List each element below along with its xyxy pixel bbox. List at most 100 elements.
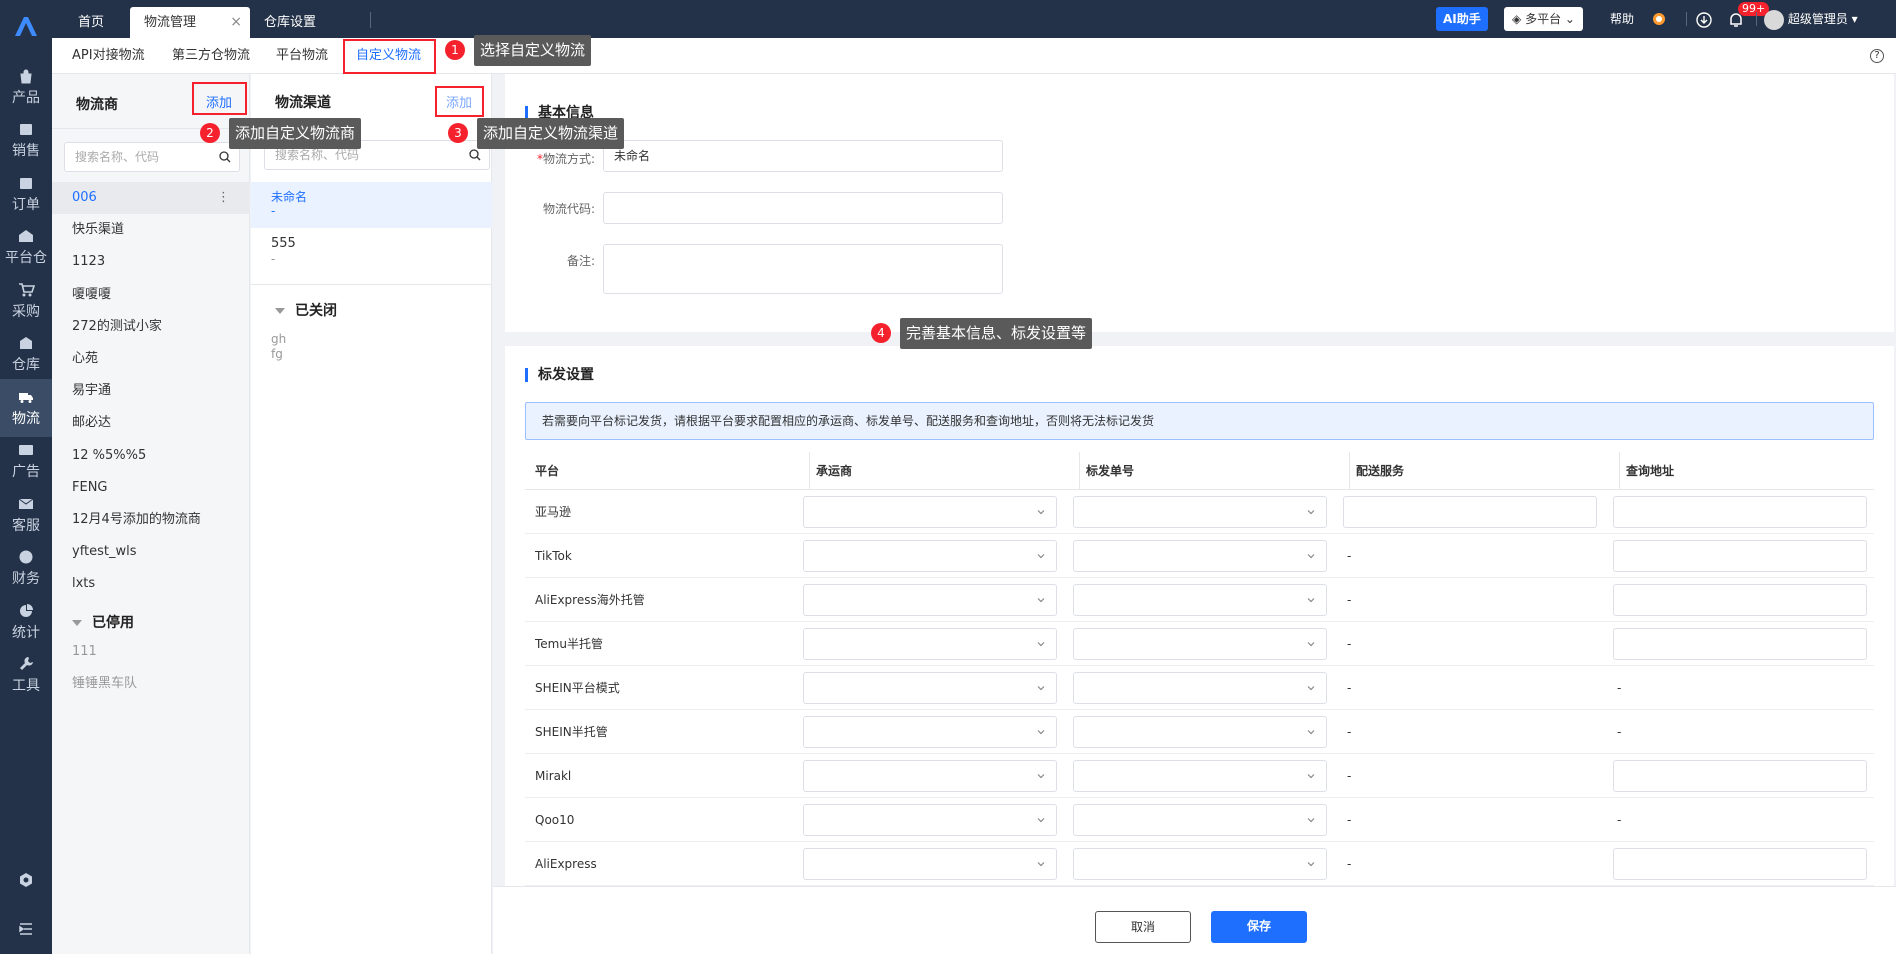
carrier-list-item[interactable]: 心苑: [52, 343, 250, 375]
nav-item-money[interactable]: 财务: [0, 540, 52, 598]
user-menu[interactable]: 超级管理员 ▾: [1764, 7, 1858, 31]
tracking-select[interactable]: [1073, 716, 1327, 748]
carrier-list-item[interactable]: 272的测试小家: [52, 311, 250, 343]
nav-item-order[interactable]: 订单: [0, 165, 52, 223]
tab-logistics-management[interactable]: 物流管理 ×: [130, 7, 250, 38]
carrier-list-item[interactable]: 12 %5%%5: [52, 440, 250, 472]
tracking-select[interactable]: [1073, 540, 1327, 572]
chevron-down-icon: [1307, 598, 1315, 603]
settings-icon[interactable]: [0, 852, 52, 910]
tracking-select[interactable]: [1073, 672, 1327, 704]
carrier-list-item[interactable]: 12月4号添加的物流商: [52, 504, 250, 536]
carrier-list-item[interactable]: yftest_wls: [52, 536, 250, 568]
channel-item[interactable]: 555 -: [251, 228, 492, 274]
nav-item-store[interactable]: 仓库: [0, 326, 52, 384]
disabled-carrier-item[interactable]: 111: [52, 636, 250, 668]
carrier-list-item[interactable]: 1123: [52, 246, 250, 278]
remark-textarea[interactable]: [603, 244, 1003, 294]
query-url-input[interactable]: [1613, 584, 1867, 616]
carrier-list-item[interactable]: 邮必达: [52, 407, 250, 439]
carrier-list-item[interactable]: lxts: [52, 568, 250, 600]
carrier-list-item[interactable]: 006 ⋮: [52, 182, 250, 214]
code-input[interactable]: [603, 192, 1003, 224]
more-icon[interactable]: ⋮: [217, 182, 230, 214]
carrier-select[interactable]: [803, 760, 1057, 792]
service-input[interactable]: [1343, 496, 1597, 528]
mark-notice: 若需要向平台标记发货，请根据平台要求配置相应的承运商、标发单号、配送服务和查询地…: [525, 402, 1874, 440]
tab-home[interactable]: 首页: [66, 7, 116, 38]
platform-select[interactable]: ◈ 多平台 ⌄: [1504, 7, 1583, 31]
cancel-button[interactable]: 取消: [1095, 911, 1191, 943]
carrier-search-input[interactable]: 搜索名称、代码: [64, 142, 240, 172]
nav-item-pie[interactable]: 统计: [0, 593, 52, 651]
layers-icon: ◈: [1512, 12, 1522, 26]
carrier-list-item[interactable]: 快乐渠道: [52, 214, 250, 246]
app-logo[interactable]: [0, 0, 52, 52]
table-header: 平台 承运商 标发单号 配送服务 查询地址: [525, 452, 1874, 490]
nav-item-ad[interactable]: 广告: [0, 433, 52, 491]
carrier-select[interactable]: [803, 628, 1057, 660]
tracking-select[interactable]: [1073, 628, 1327, 660]
channel-code: -: [271, 252, 276, 266]
tracking-select[interactable]: [1073, 760, 1327, 792]
carrier-select[interactable]: [803, 716, 1057, 748]
query-url-input[interactable]: [1613, 760, 1867, 792]
tracking-select[interactable]: [1073, 804, 1327, 836]
subtab-platform-logistics[interactable]: 平台物流: [276, 38, 328, 74]
carrier-select[interactable]: [803, 804, 1057, 836]
help-icon[interactable]: ?: [1870, 49, 1884, 63]
table-row: Qoo10 - -: [525, 798, 1874, 842]
channel-code: -: [271, 204, 276, 218]
carrier-name: 272的测试小家: [72, 318, 162, 334]
tracking-select[interactable]: [1073, 496, 1327, 528]
carrier-select[interactable]: [803, 496, 1057, 528]
carrier-select[interactable]: [803, 584, 1057, 616]
search-icon[interactable]: [469, 149, 481, 161]
chevron-down-icon: [1307, 774, 1315, 779]
closed-channels-header[interactable]: 已关闭: [275, 300, 337, 320]
nav-item-sell[interactable]: 销售: [0, 112, 52, 170]
carrier-select[interactable]: [803, 540, 1057, 572]
nav-item-truck[interactable]: 物流: [0, 379, 52, 437]
highlight-custom-logistics: [343, 39, 436, 74]
nav-item-bag[interactable]: 产品: [0, 58, 52, 116]
nav-item-wrench[interactable]: 工具: [0, 647, 52, 705]
nav-item-warehouse[interactable]: 平台仓: [0, 219, 52, 277]
ai-assistant-button[interactable]: AI助手: [1436, 7, 1488, 31]
collapse-menu-icon[interactable]: [0, 910, 52, 950]
query-url-input[interactable]: [1613, 540, 1867, 572]
save-button[interactable]: 保存: [1211, 911, 1307, 943]
disabled-carriers-header[interactable]: 已停用: [72, 612, 134, 632]
carrier-list-item[interactable]: 易宇通: [52, 375, 250, 407]
table-row: TikTok -: [525, 534, 1874, 578]
channel-name: 555: [271, 236, 296, 251]
col-service: 配送服务: [1349, 452, 1404, 490]
tab-warehouse-settings[interactable]: 仓库设置: [252, 7, 328, 38]
query-url-input[interactable]: [1613, 848, 1867, 880]
query-url-value: -: [1617, 725, 1622, 739]
help-link[interactable]: 帮助: [1610, 7, 1634, 31]
carrier-list-item[interactable]: 嗄嗄嗄: [52, 279, 250, 311]
nav-item-cart[interactable]: 采购: [0, 272, 52, 330]
close-icon[interactable]: ×: [230, 7, 242, 38]
method-input[interactable]: 未命名: [603, 140, 1003, 172]
support-agent-icon[interactable]: [1650, 7, 1668, 31]
service-value: -: [1347, 813, 1352, 827]
carrier-select[interactable]: [803, 672, 1057, 704]
chevron-down-icon: ⌄: [1564, 12, 1575, 26]
closed-channel-item[interactable]: gh fg: [271, 332, 286, 362]
disabled-carrier-item[interactable]: 锤锤黑车队: [52, 668, 250, 700]
subtab-api-logistics[interactable]: API对接物流: [72, 38, 145, 74]
carrier-list-item[interactable]: FENG: [52, 472, 250, 504]
carrier-select[interactable]: [803, 848, 1057, 880]
subtab-third-party-logistics[interactable]: 第三方仓物流: [172, 38, 250, 74]
tracking-select[interactable]: [1073, 848, 1327, 880]
query-url-input[interactable]: [1613, 496, 1867, 528]
channel-item-selected[interactable]: 未命名 -: [251, 182, 492, 228]
query-url-input[interactable]: [1613, 628, 1867, 660]
download-icon[interactable]: [1696, 7, 1712, 31]
avatar: [1764, 9, 1784, 30]
nav-item-mail[interactable]: 客服: [0, 486, 52, 544]
search-icon[interactable]: [219, 151, 231, 163]
tracking-select[interactable]: [1073, 584, 1327, 616]
